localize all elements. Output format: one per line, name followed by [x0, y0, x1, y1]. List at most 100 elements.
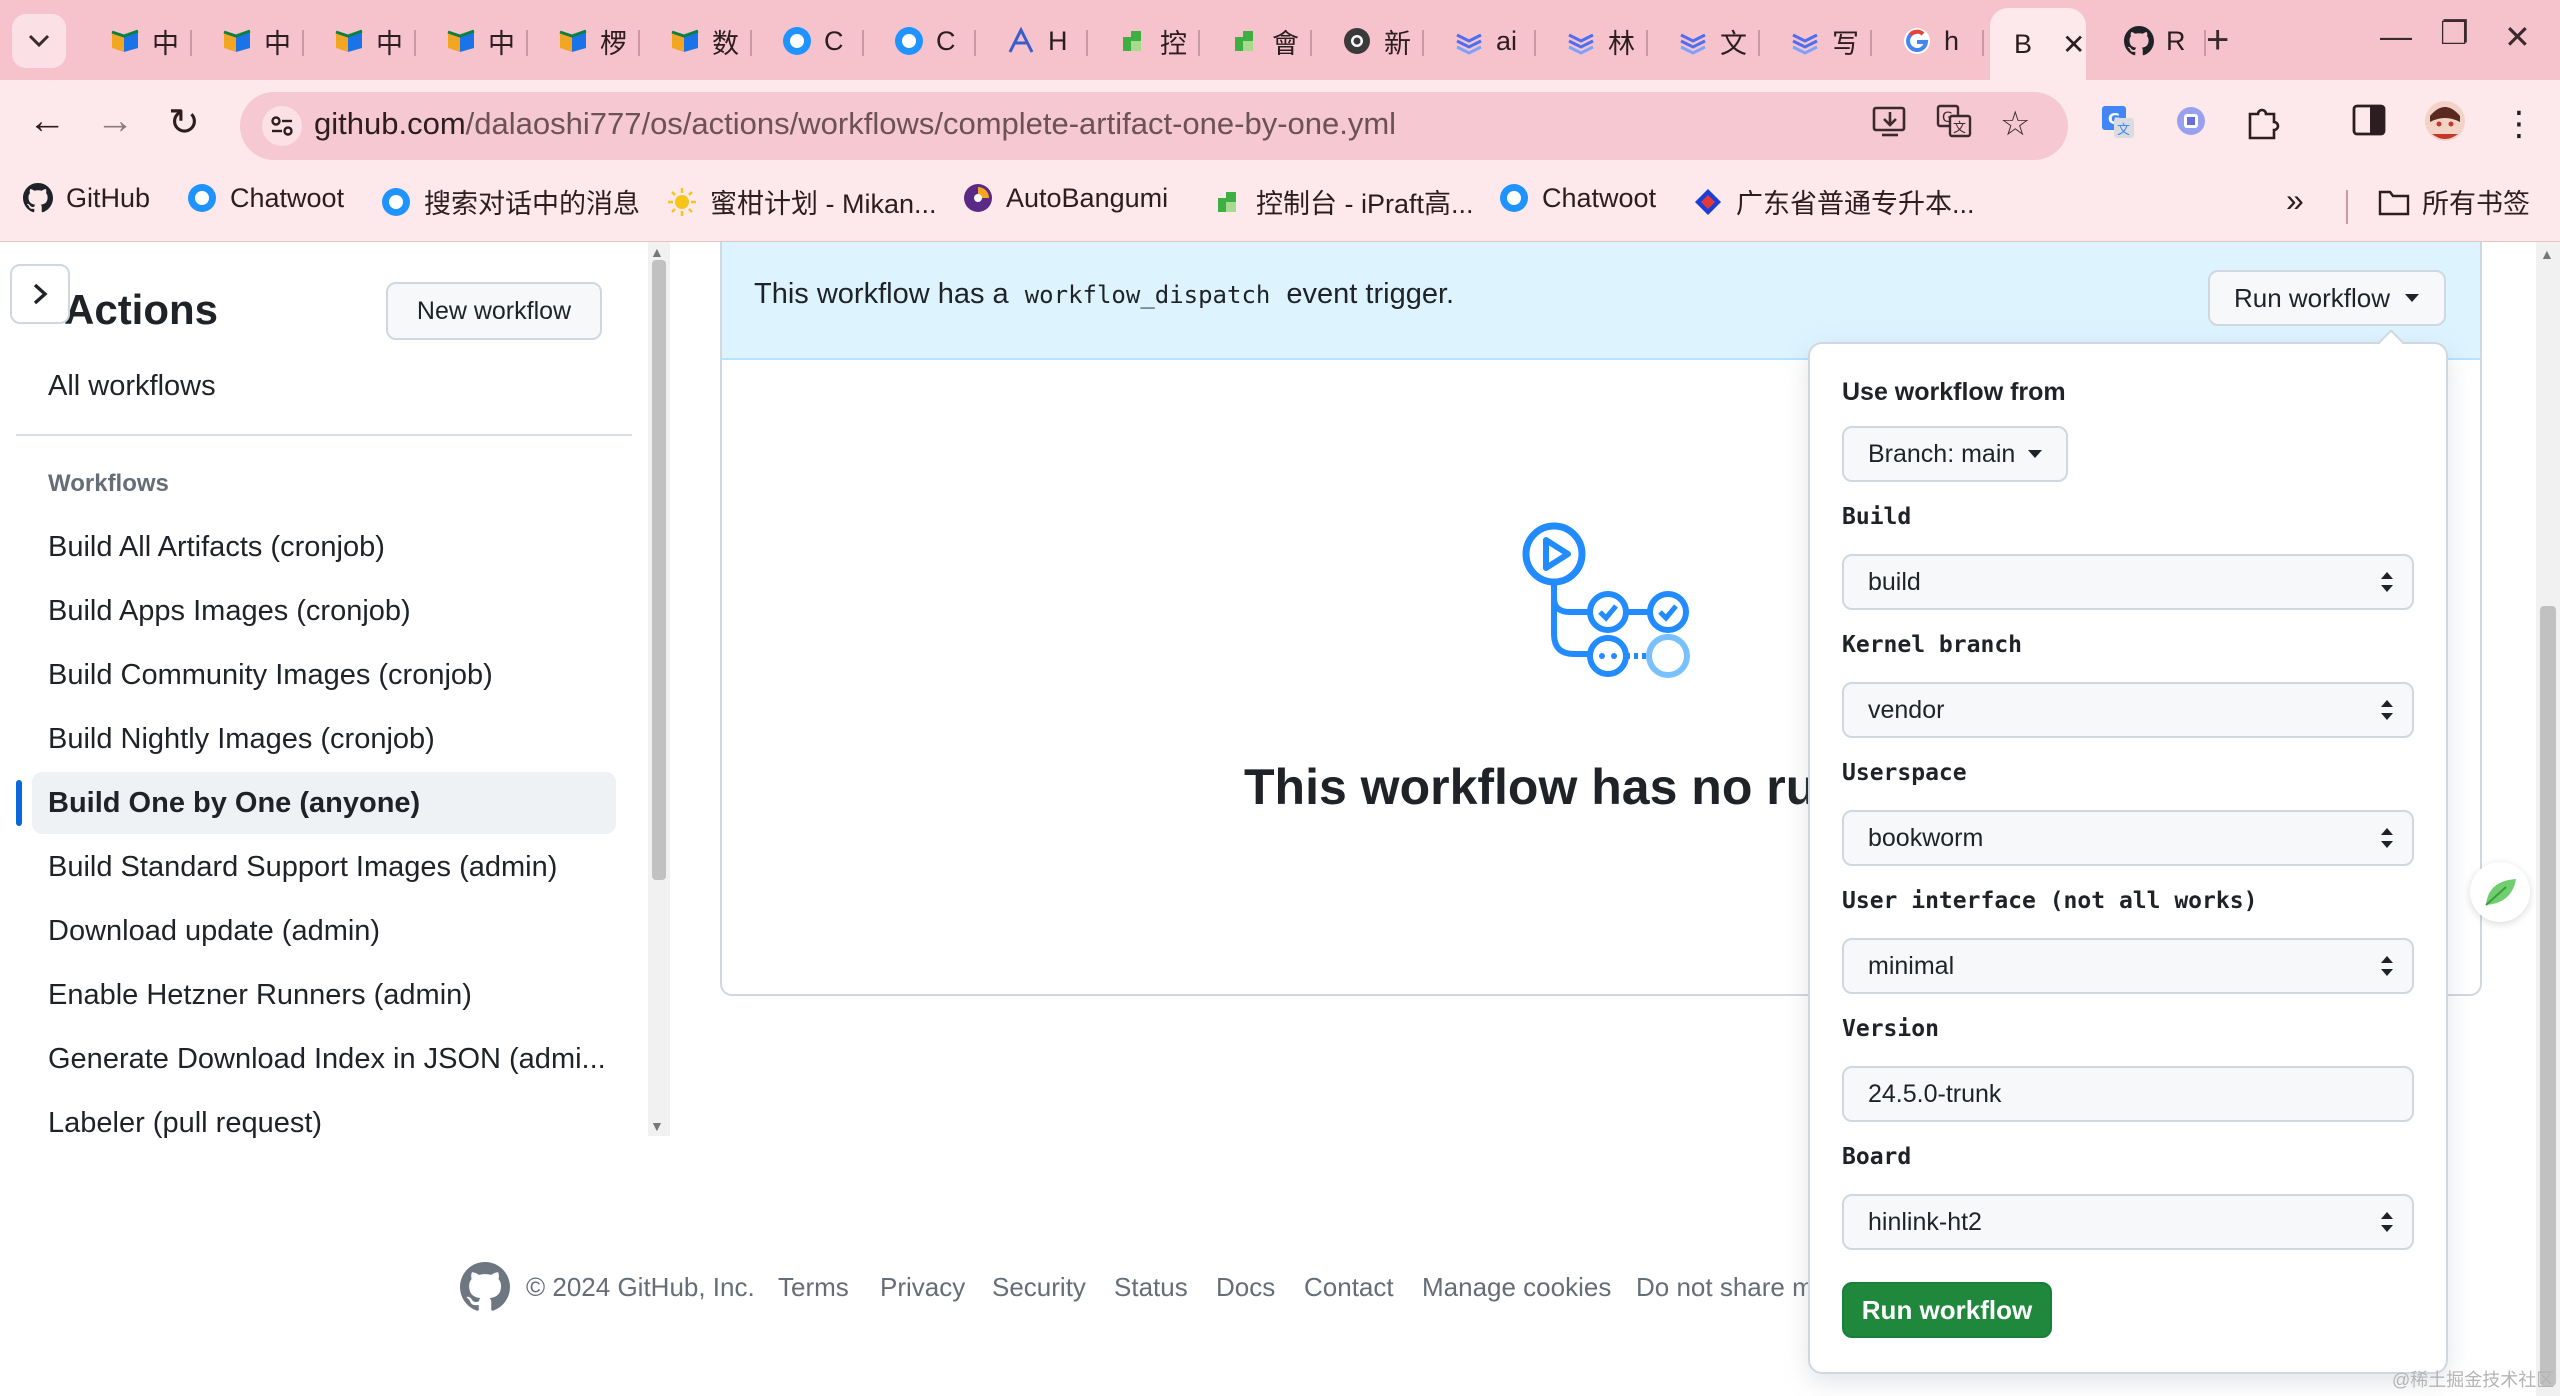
field-text-input[interactable]: 24.5.0-trunk — [1842, 1066, 2414, 1122]
dispatch-code: workflow_dispatch — [1024, 281, 1271, 309]
colored-book-icon — [446, 26, 476, 56]
sidebar-workflow-item[interactable]: Build Nightly Images (cronjob) — [32, 708, 616, 770]
browser-tab[interactable]: 椤 — [534, 10, 640, 72]
bookmark-item[interactable]: GitHub — [22, 182, 150, 214]
page-scroll-thumb[interactable] — [2540, 606, 2556, 1386]
run-workflow-dropdown-button[interactable]: Run workflow — [2208, 270, 2446, 326]
browser-tab[interactable]: 會 — [1206, 10, 1312, 72]
scroll-down-arrow-icon[interactable]: ▼ — [650, 1118, 664, 1134]
footer-link[interactable]: Do not share m — [1636, 1272, 1814, 1303]
chatwoot-icon — [380, 186, 412, 218]
minimize-icon[interactable]: — — [2380, 18, 2412, 55]
url-text[interactable]: github.com/dalaoshi777/os/actions/workfl… — [314, 106, 1396, 142]
tab-title: C — [824, 25, 844, 56]
browser-tab[interactable]: R — [2100, 10, 2206, 72]
browser-tab[interactable]: 新 — [1318, 10, 1424, 72]
field-select[interactable]: build — [1842, 554, 2414, 610]
sidebar-divider — [16, 434, 632, 436]
google-icon — [1902, 26, 1932, 56]
footer-link[interactable]: Status — [1114, 1272, 1188, 1303]
browser-tab[interactable]: 中 — [310, 10, 416, 72]
bookmark-item[interactable]: 搜索对话中的消息 — [380, 182, 640, 221]
tab-title: 新 — [1384, 28, 1411, 59]
footer-link[interactable]: Manage cookies — [1422, 1272, 1611, 1303]
browser-tab[interactable]: ai — [1430, 10, 1536, 72]
expand-sidebar-button[interactable] — [10, 264, 70, 324]
tab-active[interactable]: B ✕ — [1990, 8, 2086, 80]
browser-tab[interactable]: 中 — [422, 10, 528, 72]
google-translate-extension-icon[interactable]: G文 — [2100, 104, 2136, 149]
site-info-icon[interactable] — [262, 106, 302, 146]
profile-avatar[interactable] — [2424, 100, 2466, 151]
browser-tab[interactable]: 中 — [86, 10, 192, 72]
close-tab-icon[interactable]: ✕ — [2062, 28, 2085, 61]
sidebar-workflow-item[interactable]: Generate Download Index in JSON (admi... — [32, 1028, 616, 1090]
extensions-puzzle-icon[interactable] — [2244, 104, 2280, 149]
tab-separator — [414, 30, 416, 56]
browser-tab[interactable]: 控 — [1094, 10, 1200, 72]
footer-link[interactable]: Contact — [1304, 1272, 1394, 1303]
close-window-icon[interactable]: ✕ — [2504, 18, 2531, 56]
page-scroll-up-icon[interactable]: ▲ — [2540, 246, 2554, 262]
github-logo-icon[interactable] — [460, 1262, 510, 1312]
browser-tab[interactable]: 林 — [1542, 10, 1648, 72]
select-arrows-icon — [2381, 700, 2393, 720]
bookmark-item[interactable]: 控制台 - iPraft高... — [1212, 182, 1474, 221]
all-workflows-link[interactable]: All workflows — [48, 370, 216, 403]
run-workflow-submit-button[interactable]: Run workflow — [1842, 1282, 2052, 1338]
field-select[interactable]: hinlink-ht2 — [1842, 1194, 2414, 1250]
browser-tab[interactable]: 中 — [198, 10, 304, 72]
browser-tab[interactable]: 写 — [1766, 10, 1872, 72]
new-workflow-button[interactable]: New workflow — [386, 282, 602, 340]
field-select[interactable]: minimal — [1842, 938, 2414, 994]
bookmark-item[interactable]: 蜜柑计划 - Mikan... — [666, 182, 937, 221]
field-select[interactable]: bookworm — [1842, 810, 2414, 866]
tab-separator — [862, 30, 864, 56]
sidebar-workflow-item[interactable]: Labeler (pull request) — [32, 1092, 616, 1154]
footer-link[interactable]: Docs — [1216, 1272, 1275, 1303]
tab-separator — [1198, 30, 1200, 56]
browser-tab[interactable]: 文 — [1654, 10, 1760, 72]
tab-separator — [638, 30, 640, 56]
sidebar-workflow-item[interactable]: Download update (admin) — [32, 900, 616, 962]
install-app-icon[interactable] — [1872, 104, 1908, 147]
floating-leaf-widget[interactable] — [2470, 862, 2530, 922]
browser-tab[interactable]: 数 — [646, 10, 752, 72]
browser-menu-icon[interactable]: ⋮ — [2502, 104, 2536, 144]
scroll-up-arrow-icon[interactable]: ▲ — [650, 244, 664, 260]
sidebar-workflow-item[interactable]: Build Standard Support Images (admin) — [32, 836, 616, 898]
forward-icon[interactable]: → — [96, 100, 134, 143]
browser-tab[interactable]: C — [758, 10, 864, 72]
footer-link[interactable]: Security — [992, 1272, 1086, 1303]
bookmark-item[interactable]: AutoBangumi — [962, 182, 1168, 214]
tab-separator — [1310, 30, 1312, 56]
bookmark-item[interactable]: Chatwoot — [1498, 182, 1656, 214]
branch-select-button[interactable]: Branch: main — [1842, 426, 2068, 482]
restore-icon[interactable]: ❐ — [2440, 14, 2469, 52]
tab-search-button[interactable] — [12, 14, 66, 68]
sidebar-workflow-item[interactable]: Build Community Images (cronjob) — [32, 644, 616, 706]
more-bookmarks-icon[interactable]: » — [2286, 182, 2304, 219]
bookmark-item[interactable]: Chatwoot — [186, 182, 344, 214]
sidebar-workflow-item[interactable]: Enable Hetzner Runners (admin) — [32, 964, 616, 1026]
all-bookmarks-folder[interactable]: 所有书签 — [2378, 182, 2530, 221]
bookmark-star-icon[interactable]: ☆ — [2000, 104, 2030, 144]
bookmark-item[interactable]: 广东省普通专升本... — [1692, 182, 1975, 221]
sidebar-scroll-thumb[interactable] — [652, 260, 666, 880]
back-icon[interactable]: ← — [28, 100, 66, 143]
footer-link[interactable]: Privacy — [880, 1272, 965, 1303]
reload-icon[interactable]: ↻ — [168, 100, 200, 145]
footer-link[interactable]: Terms — [778, 1272, 849, 1303]
field-select[interactable]: vendor — [1842, 682, 2414, 738]
translate-icon[interactable]: G文 — [1936, 104, 1972, 147]
sidebar-workflow-item[interactable]: Build Apps Images (cronjob) — [32, 580, 616, 642]
browser-tab[interactable]: H — [982, 10, 1088, 72]
browser-tab[interactable]: h — [1878, 10, 1984, 72]
sidebar-workflow-item[interactable]: Build One by One (anyone) — [32, 772, 616, 834]
sidebar-workflow-item[interactable]: Build All Artifacts (cronjob) — [32, 516, 616, 578]
tab-separator — [1534, 30, 1536, 56]
new-tab-button[interactable]: + — [2206, 18, 2229, 63]
extension-purple-icon[interactable] — [2174, 104, 2208, 147]
side-panel-icon[interactable] — [2352, 104, 2386, 145]
browser-tab[interactable]: C — [870, 10, 976, 72]
